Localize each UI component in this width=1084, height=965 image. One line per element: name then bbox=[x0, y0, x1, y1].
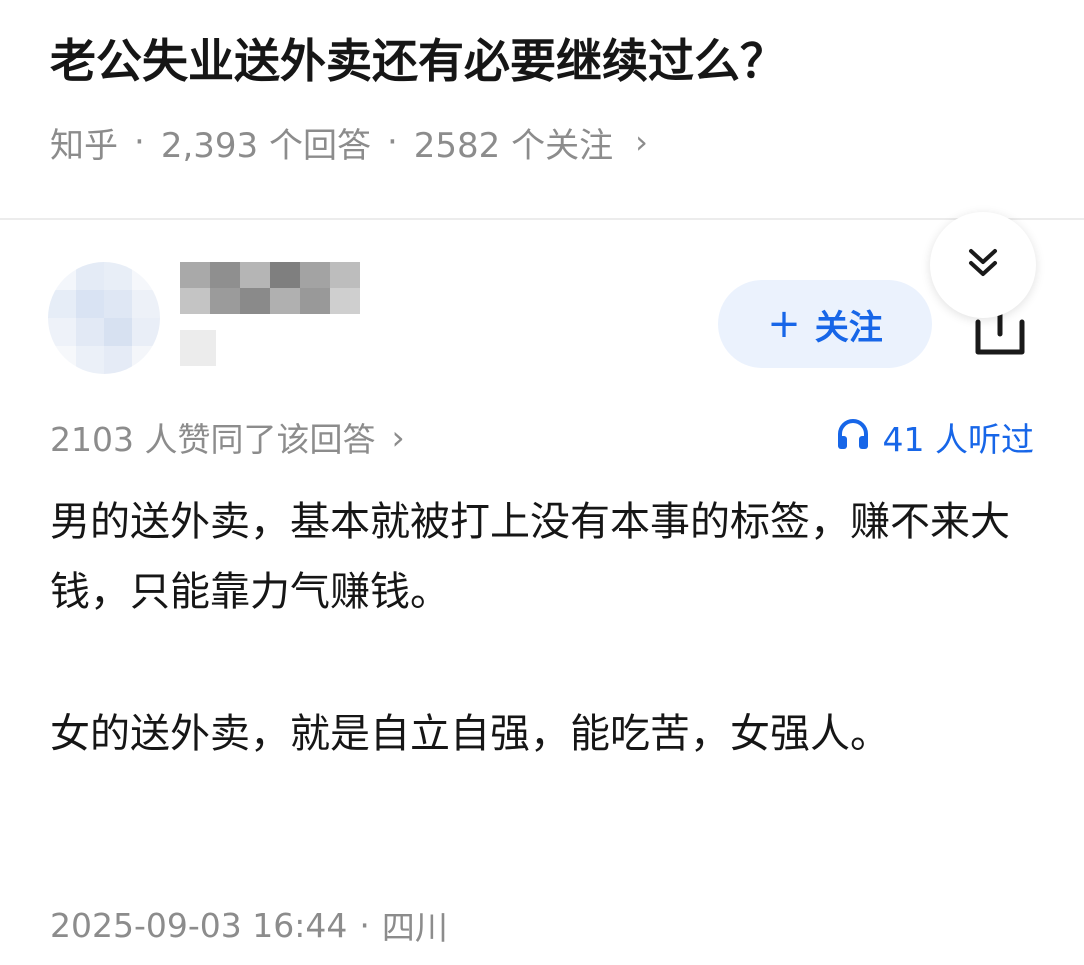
double-chevron-down-icon bbox=[965, 245, 1001, 285]
answer-footer: 2025-09-03 16:44 · 四川 bbox=[50, 898, 448, 952]
follow-label: 关注 bbox=[814, 307, 883, 348]
collapse-button[interactable] bbox=[930, 212, 1036, 318]
chevron-right-icon: › bbox=[635, 123, 648, 161]
answer-date: 2025-09-03 16:44 bbox=[50, 905, 348, 945]
headphones-icon bbox=[835, 415, 883, 459]
author-badge-blurred bbox=[180, 330, 216, 366]
listen-label: 41 人听过 bbox=[882, 420, 1034, 459]
question-meta[interactable]: 知乎 · 2,393 个回答 · 2582 个关注 › bbox=[50, 116, 648, 168]
listen-count[interactable]: 41 人听过 bbox=[835, 412, 1034, 462]
question-title[interactable]: 老公失业送外卖还有必要继续过么？ bbox=[50, 28, 1050, 94]
avatar[interactable] bbox=[48, 262, 160, 374]
answer-paragraph: 男的送外卖，基本就被打上没有本事的标签，赚不来大钱，只能靠力气赚钱。 bbox=[50, 499, 1010, 615]
source-label: 知乎 bbox=[50, 125, 118, 166]
plus-icon: + bbox=[767, 301, 801, 347]
voteup-label: 2103 人赞同了该回答 bbox=[50, 420, 376, 459]
answer-location: 四川 bbox=[381, 908, 448, 947]
divider bbox=[0, 218, 1084, 220]
meta-separator: · bbox=[359, 905, 370, 945]
answer-content: 男的送外卖，基本就被打上没有本事的标签，赚不来大钱，只能靠力气赚钱。 女的送外卖… bbox=[50, 487, 1040, 769]
chevron-right-icon: › bbox=[391, 417, 405, 457]
answer-count: 2,393 个回答 bbox=[160, 125, 371, 166]
answer-paragraph: 女的送外卖，就是自立自强，能吃苦，女强人。 bbox=[50, 711, 890, 757]
meta-separator: · bbox=[386, 122, 398, 162]
author-name-blurred[interactable] bbox=[180, 262, 360, 314]
follower-count: 2582 个关注 bbox=[413, 125, 614, 166]
meta-separator: · bbox=[134, 122, 145, 162]
voteup-count[interactable]: 2103 人赞同了该回答 › bbox=[50, 412, 405, 462]
follow-button[interactable]: + 关注 bbox=[718, 280, 932, 368]
